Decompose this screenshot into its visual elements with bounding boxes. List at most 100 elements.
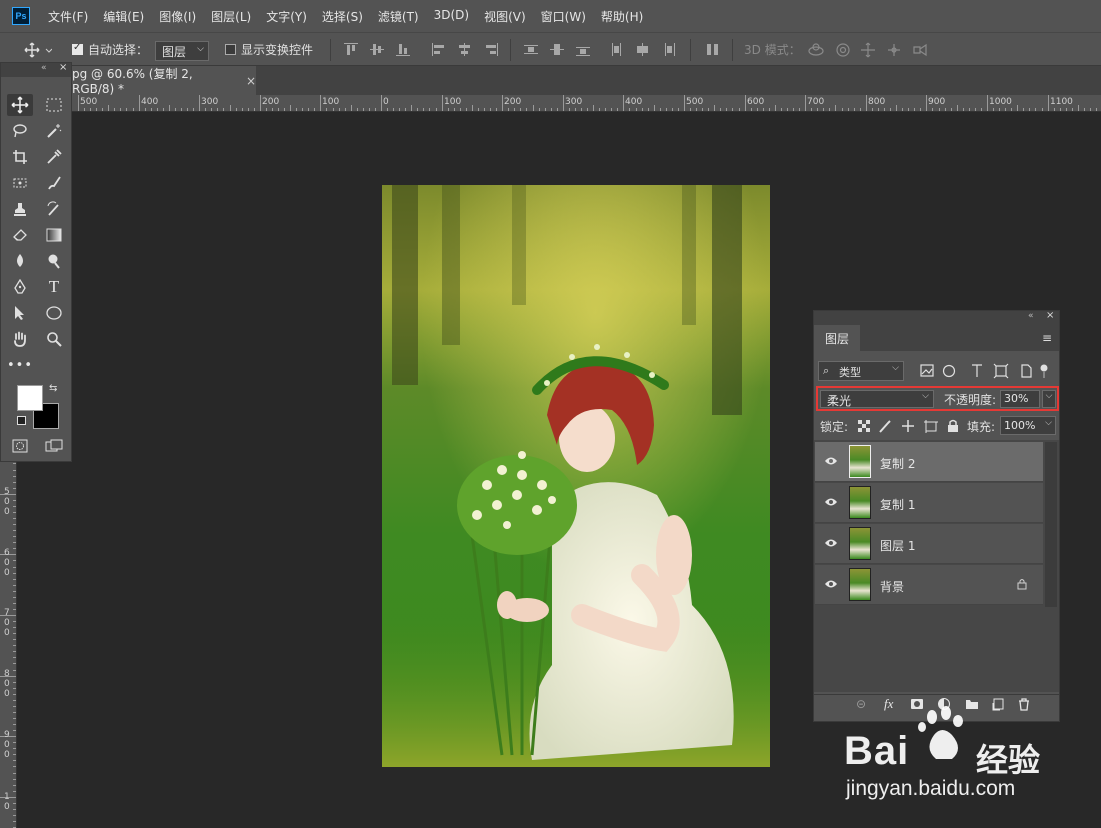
hand-tool-icon[interactable] xyxy=(7,328,33,350)
more-tools-icon[interactable]: ••• xyxy=(7,354,33,376)
layer-list: 复制 2 复制 1 图层 1 背景 xyxy=(814,440,1059,692)
layer-filter-dropdown[interactable]: ⌕ 类型 ⌵ xyxy=(818,361,904,381)
ruler-tick xyxy=(96,108,97,111)
eye-icon[interactable] xyxy=(824,497,838,507)
distribute-hcenter-icon[interactable] xyxy=(636,43,650,56)
distribute-left-icon[interactable] xyxy=(610,43,624,56)
menu-help[interactable]: 帮助(H) xyxy=(601,8,643,25)
ruler-tick xyxy=(963,108,964,111)
menu-edit[interactable]: 编辑(E) xyxy=(103,8,144,25)
menu-view[interactable]: 视图(V) xyxy=(484,8,526,25)
clone-stamp-tool-icon[interactable] xyxy=(7,198,33,220)
swap-colors-icon[interactable]: ⇆ xyxy=(49,383,57,394)
ruler-tick xyxy=(884,108,885,111)
ruler-tick xyxy=(914,108,915,111)
align-bottom-icon[interactable] xyxy=(396,43,410,56)
move-tool-icon[interactable] xyxy=(7,94,33,116)
toolbox-header[interactable]: « × xyxy=(1,62,71,77)
magic-wand-tool-icon[interactable] xyxy=(41,120,67,142)
zoom-tool-icon[interactable] xyxy=(41,328,67,350)
menu-window[interactable]: 窗口(W) xyxy=(541,8,586,25)
brush-tool-icon[interactable] xyxy=(41,172,67,194)
canvas-image[interactable] xyxy=(382,185,770,767)
ruler-tick xyxy=(581,108,582,111)
screen-mode-icon[interactable] xyxy=(41,435,67,457)
menu-select[interactable]: 选择(S) xyxy=(322,8,363,25)
document-tab[interactable]: pg @ 60.6% (复制 2, RGB/8) * × xyxy=(60,66,256,96)
layer-row[interactable]: 图层 1 xyxy=(815,524,1043,564)
ruler-tick xyxy=(878,108,879,111)
quick-mask-icon[interactable] xyxy=(7,435,33,457)
layer-row[interactable]: 复制 2 xyxy=(815,442,1043,482)
healing-brush-tool-icon[interactable] xyxy=(7,172,33,194)
lasso-tool-icon[interactable] xyxy=(7,120,33,142)
ruler-tick xyxy=(13,597,16,598)
dodge-tool-icon[interactable] xyxy=(41,250,67,272)
align-vcenter-icon[interactable] xyxy=(370,43,384,56)
align-hcenter-icon[interactable] xyxy=(458,43,472,56)
type-tool-icon[interactable]: T xyxy=(41,276,67,298)
eye-icon[interactable] xyxy=(824,538,838,548)
ruler-tick xyxy=(114,108,115,111)
marquee-tool-icon[interactable] xyxy=(41,94,67,116)
fill-input[interactable]: 100% ⌵ xyxy=(1000,416,1056,435)
eyedropper-tool-icon[interactable] xyxy=(41,146,67,168)
tab-layers[interactable]: 图层 xyxy=(814,325,860,351)
align-left-icon[interactable] xyxy=(432,43,446,56)
crop-tool-icon[interactable] xyxy=(7,146,33,168)
ruler-tick xyxy=(163,108,164,111)
show-transform-label: 显示变换控件 xyxy=(241,43,314,57)
ruler-tick xyxy=(345,108,346,111)
ruler-tick xyxy=(13,627,16,628)
eye-icon[interactable] xyxy=(824,579,838,589)
close-icon[interactable]: × xyxy=(59,62,67,73)
menu-3d[interactable]: 3D(D) xyxy=(434,8,469,25)
ellipse-tool-icon[interactable] xyxy=(41,302,67,324)
history-brush-tool-icon[interactable] xyxy=(41,198,67,220)
ruler-tick xyxy=(1072,108,1073,111)
menu-image[interactable]: 图像(I) xyxy=(159,8,196,25)
align-right-icon[interactable] xyxy=(484,43,498,56)
distribute-bottom-icon[interactable] xyxy=(576,43,590,56)
auto-align-icon[interactable] xyxy=(706,43,720,56)
default-colors-icon[interactable] xyxy=(17,416,26,425)
distribute-vcenter-icon[interactable] xyxy=(550,43,564,56)
blur-tool-icon[interactable] xyxy=(7,250,33,272)
panel-menu-icon[interactable]: ≡ xyxy=(1042,331,1052,345)
ruler-tick xyxy=(363,108,364,111)
layer-row[interactable]: 复制 1 xyxy=(815,483,1043,523)
ruler-tick xyxy=(351,105,352,111)
layer-row[interactable]: 背景 xyxy=(815,565,1043,605)
align-top-icon[interactable] xyxy=(344,43,358,56)
auto-select-dropdown[interactable]: 图层 ⌵ xyxy=(155,41,209,61)
eye-icon[interactable] xyxy=(824,456,838,466)
ruler-tick xyxy=(169,105,170,111)
eraser-tool-icon[interactable] xyxy=(7,224,33,246)
close-icon[interactable]: × xyxy=(246,74,256,88)
collapse-icon[interactable]: « xyxy=(41,63,47,73)
ruler-tick xyxy=(987,95,988,111)
ruler-label: 500 xyxy=(80,97,98,107)
collapse-icon[interactable]: « xyxy=(1028,311,1034,321)
distribute-right-icon[interactable] xyxy=(662,43,676,56)
distribute-top-icon[interactable] xyxy=(524,43,538,56)
gradient-tool-icon[interactable] xyxy=(41,224,67,246)
menu-type[interactable]: 文字(Y) xyxy=(266,8,307,25)
menu-file[interactable]: 文件(F) xyxy=(48,8,88,25)
menu-bar: Ps 文件(F) 编辑(E) 图像(I) 图层(L) 文字(Y) 选择(S) 滤… xyxy=(0,0,1101,32)
lock-icons[interactable] xyxy=(858,419,968,436)
auto-select-checkbox[interactable]: 自动选择： xyxy=(72,41,148,58)
close-icon[interactable]: × xyxy=(1046,310,1054,321)
ruler-tick xyxy=(181,108,182,111)
pen-tool-icon[interactable] xyxy=(7,276,33,298)
path-selection-tool-icon[interactable] xyxy=(7,302,33,324)
menu-layer[interactable]: 图层(L) xyxy=(211,8,251,25)
ruler-label: 6 0 0 xyxy=(4,548,10,578)
layers-panel-header[interactable]: « × xyxy=(814,310,1059,325)
show-transform-checkbox[interactable]: 显示变换控件 xyxy=(225,41,313,58)
layer-thumbnail xyxy=(849,486,871,519)
menu-filter[interactable]: 滤镜(T) xyxy=(378,8,419,25)
layer-list-scrollbar[interactable] xyxy=(1045,442,1057,607)
move-tool-preset-icon[interactable] xyxy=(24,42,52,58)
auto-select-value: 图层 xyxy=(162,45,187,59)
